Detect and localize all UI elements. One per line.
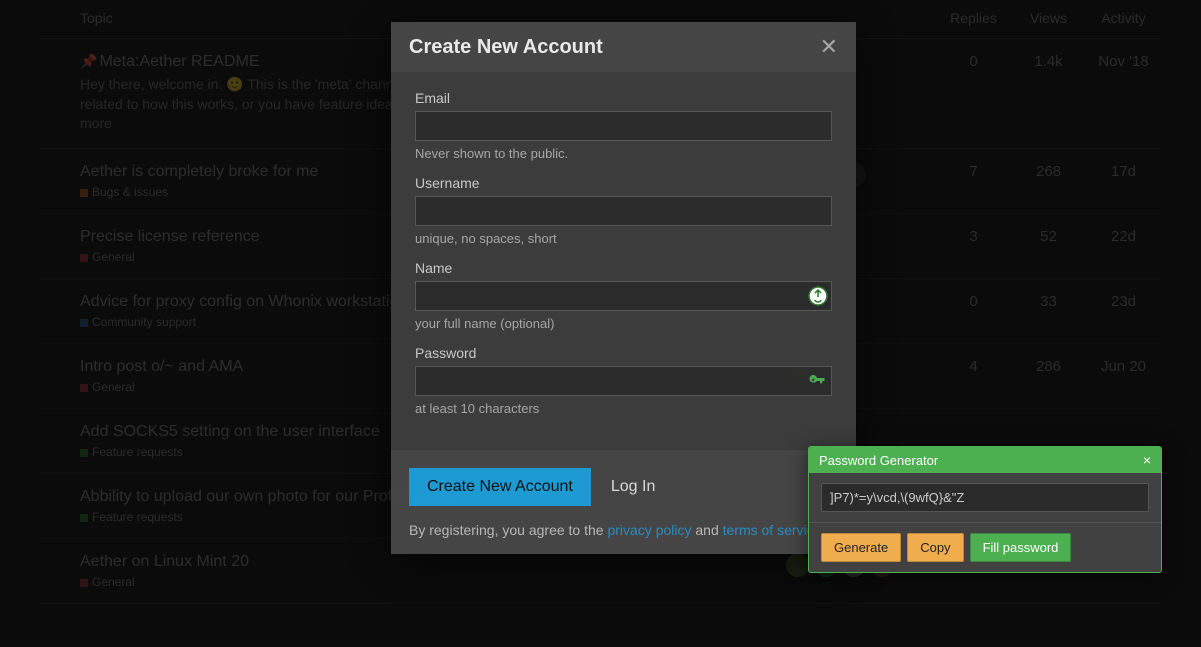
pwgen-value-field[interactable]: [821, 483, 1149, 512]
signup-modal: Create New Account ✕ Email Never shown t…: [391, 22, 856, 554]
close-icon[interactable]: ✕: [820, 34, 838, 60]
name-label: Name: [415, 260, 832, 276]
username-hint: unique, no spaces, short: [415, 231, 832, 246]
legal-text: By registering, you agree to the privacy…: [409, 522, 838, 538]
name-hint: your full name (optional): [415, 316, 832, 331]
password-field[interactable]: [415, 366, 832, 396]
pwgen-close-icon[interactable]: ×: [1143, 452, 1151, 468]
password-manager-icon[interactable]: [808, 286, 828, 306]
pwgen-title: Password Generator: [819, 453, 938, 468]
key-icon[interactable]: [808, 372, 826, 390]
username-label: Username: [415, 175, 832, 191]
email-hint: Never shown to the public.: [415, 146, 832, 161]
password-generator-popup: Password Generator × Generate Copy Fill …: [808, 446, 1162, 573]
username-field[interactable]: [415, 196, 832, 226]
copy-button[interactable]: Copy: [907, 533, 963, 562]
password-label: Password: [415, 345, 832, 361]
privacy-policy-link[interactable]: privacy policy: [607, 522, 691, 538]
create-account-button[interactable]: Create New Account: [409, 468, 591, 506]
modal-title: Create New Account: [409, 36, 603, 59]
password-hint: at least 10 characters: [415, 401, 832, 416]
login-button[interactable]: Log In: [611, 478, 655, 496]
terms-of-service-link[interactable]: terms of service: [723, 522, 822, 538]
name-field[interactable]: [415, 281, 832, 311]
fill-password-button[interactable]: Fill password: [970, 533, 1072, 562]
generate-button[interactable]: Generate: [821, 533, 901, 562]
email-field[interactable]: [415, 111, 832, 141]
email-label: Email: [415, 90, 832, 106]
